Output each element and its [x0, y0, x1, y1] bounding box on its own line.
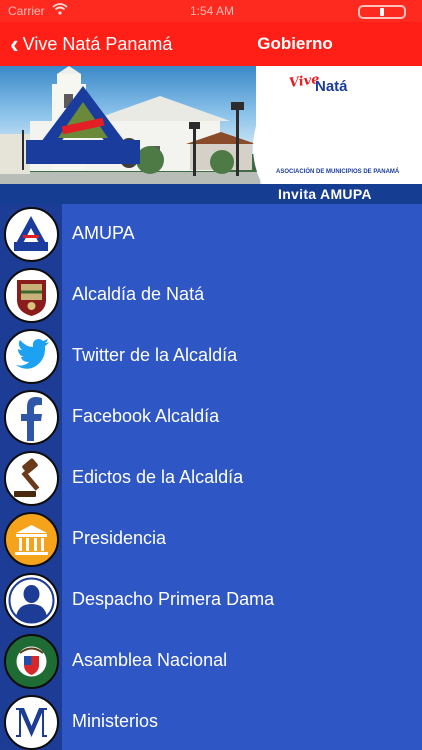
icon-cell — [0, 204, 62, 265]
carrier-label: Carrier — [8, 4, 45, 18]
status-bar: Carrier 1:54 AM — [0, 0, 422, 22]
list-item-presidencia[interactable]: Presidencia — [0, 509, 422, 570]
icon-cell — [0, 265, 62, 326]
list-item-label: Presidencia — [72, 528, 167, 548]
list-item-label: Despacho Primera Dama — [72, 589, 275, 609]
letter-m-icon — [4, 695, 59, 750]
header-banner[interactable]: Vive Natá AMUPA ASOCIACIÓN DE MUNICIPIOS… — [0, 66, 422, 204]
clock: 1:54 AM — [190, 4, 235, 18]
icon-cell — [0, 631, 62, 692]
person-silhouette-icon — [4, 573, 59, 628]
list-item-label: Asamblea Nacional — [72, 650, 228, 670]
list-item-ministerios[interactable]: Ministerios — [0, 692, 422, 750]
list-item-asamblea[interactable]: Asamblea Nacional — [0, 631, 422, 692]
list-item-label: Twitter de la Alcaldía — [72, 345, 238, 365]
list-item-facebook[interactable]: Facebook Alcaldía — [0, 387, 422, 448]
list-item-label: Facebook Alcaldía — [72, 406, 220, 426]
icon-cell — [0, 448, 62, 509]
icon-cell — [0, 326, 62, 387]
icon-cell — [0, 387, 62, 448]
invite-label: Invita AMUPA — [278, 186, 372, 202]
icon-cell — [0, 509, 62, 570]
navigation-bar: ‹ Vive Natá Panamá Gobierno — [0, 22, 422, 66]
facebook-icon — [4, 390, 59, 445]
list-item-label: Alcaldía de Natá — [72, 284, 205, 304]
brand-nata: Natá — [315, 78, 348, 95]
amupa-logo-icon — [26, 86, 140, 164]
list-item-amupa[interactable]: AMUPA — [0, 204, 422, 265]
wifi-icon — [52, 3, 68, 18]
municipal-crest-icon — [4, 268, 59, 323]
amupa-logo-icon — [4, 207, 59, 262]
national-assembly-seal-icon — [4, 634, 59, 689]
icon-cell — [0, 692, 62, 750]
page-title: Gobierno — [257, 34, 333, 53]
battery-icon — [358, 5, 406, 19]
list-item-edictos[interactable]: Edictos de la Alcaldía — [0, 448, 422, 509]
government-link-list: AMUPA Alcaldía de Natá Twitter de la Alc… — [0, 204, 422, 750]
list-item-primera-dama[interactable]: Despacho Primera Dama — [0, 570, 422, 631]
list-item-label: Edictos de la Alcaldía — [72, 467, 244, 487]
list-item-alcaldia[interactable]: Alcaldía de Natá — [0, 265, 422, 326]
list-item-label: AMUPA — [72, 223, 135, 243]
list-item-twitter[interactable]: Twitter de la Alcaldía — [0, 326, 422, 387]
brand-amupa: AMUPA — [302, 148, 366, 167]
government-building-icon — [4, 512, 59, 567]
gavel-icon — [4, 451, 59, 506]
brand-subtitle: ASOCIACIÓN DE MUNICIPIOS DE PANAMÁ — [276, 169, 400, 175]
icon-cell — [0, 570, 62, 631]
twitter-icon — [4, 329, 59, 384]
list-item-label: Ministerios — [72, 711, 159, 731]
